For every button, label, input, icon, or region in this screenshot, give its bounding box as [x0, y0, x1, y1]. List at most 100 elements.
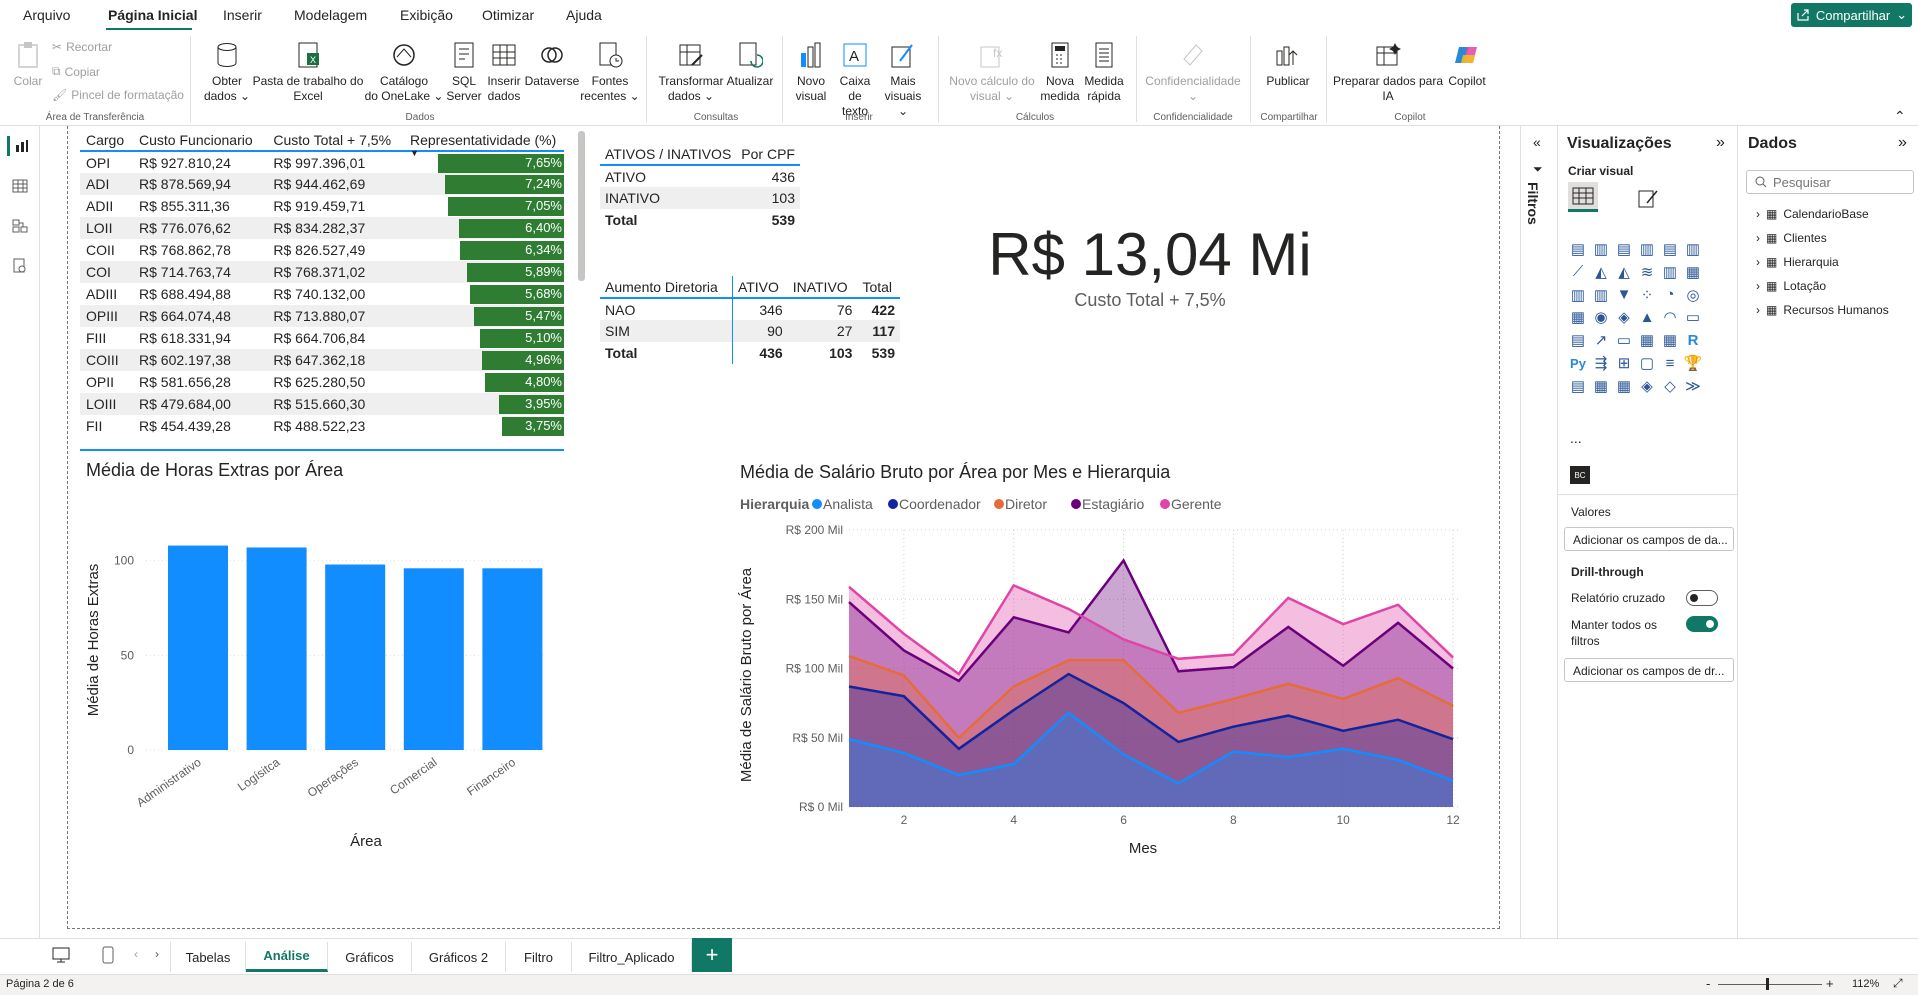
refresh-button[interactable]: Atualizar	[724, 40, 776, 89]
slicer-icon[interactable]: ▭	[1614, 331, 1634, 349]
table-row[interactable]: FII R$ 454.439,28 R$ 488.522,23 3,75%	[80, 415, 564, 437]
format-visual-tab-icon[interactable]	[1634, 184, 1662, 212]
col-header-aumento[interactable]: Aumento Diretoria	[600, 276, 733, 298]
table-row[interactable]: COIII R$ 602.197,38 R$ 647.362,18 4,96%	[80, 349, 564, 371]
keep-filters-toggle[interactable]	[1686, 616, 1718, 632]
table-row[interactable]: ADI R$ 878.569,94 R$ 944.462,69 7,24%	[80, 173, 564, 195]
collapse-data-icon[interactable]: »	[1898, 134, 1907, 152]
line-column-icon[interactable]: ▥	[1660, 263, 1680, 281]
cross-report-toggle[interactable]	[1686, 590, 1718, 606]
table-row[interactable]: OPIII R$ 664.074,48 R$ 713.880,07 5,47%	[80, 305, 564, 327]
mobile-layout-icon[interactable]	[102, 946, 114, 967]
100-column-icon[interactable]: ▥	[1683, 240, 1703, 258]
legend-item[interactable]: Analista	[823, 496, 873, 512]
arrow-visual-icon[interactable]: ≫	[1683, 377, 1703, 395]
bar[interactable]	[246, 547, 307, 750]
enter-data-button[interactable]: Inserir dados	[484, 40, 524, 104]
col-header-ativos[interactable]: ATIVOS / INATIVOS	[600, 143, 736, 165]
model-view-icon[interactable]	[10, 216, 30, 236]
publish-button[interactable]: Publicar	[1258, 40, 1318, 89]
gauge-icon[interactable]: ◠	[1660, 308, 1680, 326]
data-search-box[interactable]	[1746, 170, 1914, 194]
quick-measure-button[interactable]: Medida rápida	[1082, 40, 1126, 104]
textbox-button[interactable]: A Caixa de texto	[832, 40, 878, 119]
map-icon[interactable]: ◉	[1591, 308, 1611, 326]
data-search-input[interactable]	[1773, 174, 1903, 190]
sql-server-button[interactable]: SQL Server	[444, 40, 484, 104]
r-visual-icon[interactable]: R	[1683, 331, 1703, 349]
add-page-button[interactable]: +	[692, 938, 732, 972]
power-automate-icon[interactable]: ▦	[1614, 377, 1634, 395]
table-row[interactable]: COI R$ 714.763,74 R$ 768.371,02 5,89%	[80, 261, 564, 283]
data-table-item[interactable]: › ▦ Lotação	[1756, 279, 1826, 293]
prev-page-icon[interactable]: ‹	[134, 947, 138, 961]
page-tab-active[interactable]: Análise	[246, 942, 328, 972]
legend-item[interactable]: Gerente	[1171, 496, 1222, 512]
menu-arquivo[interactable]: Arquivo	[23, 7, 70, 23]
custom-visual-icon[interactable]: BC	[1570, 466, 1590, 484]
qa-icon[interactable]: ▢	[1637, 354, 1657, 372]
paste-button[interactable]: Colar	[12, 40, 44, 89]
stacked-area-icon[interactable]: ◭	[1614, 263, 1634, 281]
table-row[interactable]: LOII R$ 776.076,62 R$ 834.282,37 6,40%	[80, 217, 564, 239]
excel-workbook-button[interactable]: X Pasta de trabalho do Excel	[252, 40, 364, 104]
100-bar-icon[interactable]: ▤	[1660, 240, 1680, 258]
col-header-total[interactable]: Total	[857, 276, 900, 298]
sensitivity-button[interactable]: Confidencialidade ⌄	[1142, 40, 1244, 104]
legend-item[interactable]: Coordenador	[899, 496, 981, 512]
more-visuals-button[interactable]: Mais visuais ⌄	[878, 40, 928, 119]
onelake-catalog-button[interactable]: Catálogo do OneLake ⌄	[364, 40, 444, 104]
cargo-cost-table[interactable]: Cargo Custo Funcionario Custo Total + 7,…	[80, 129, 564, 455]
page-tab[interactable]: Gráficos 2	[412, 942, 506, 972]
page-tab[interactable]: Filtro_Aplicado	[572, 942, 692, 972]
azure-map-icon[interactable]: ▲	[1637, 308, 1657, 326]
expand-chevron-icon[interactable]: ›	[1756, 231, 1760, 245]
table-total-row[interactable]: Total 436 103 539	[600, 342, 900, 364]
total-cost-card[interactable]: R$ 13,04 Mi Custo Total + 7,5%	[960, 220, 1340, 311]
new-measure-button[interactable]: Nova medida	[1040, 40, 1080, 104]
table-row[interactable]: NAO 346 76 422	[600, 298, 900, 320]
table-row[interactable]: ATIVO 436	[600, 165, 800, 187]
narrative-icon[interactable]: ≡	[1660, 354, 1680, 372]
scatter-icon[interactable]: ⁘	[1637, 286, 1657, 304]
collapse-ribbon-icon[interactable]: ⌃	[1894, 108, 1906, 125]
active-inactive-table[interactable]: ATIVOS / INATIVOS Por CPF ATIVO 436 INATI…	[600, 143, 800, 231]
page-tab[interactable]: Gráficos	[328, 942, 412, 972]
matrix-icon[interactable]: ▦	[1660, 331, 1680, 349]
expand-chevron-icon[interactable]: ›	[1756, 279, 1760, 293]
clustered-bar-icon[interactable]: ▤	[1614, 240, 1634, 258]
clustered-column-icon[interactable]: ▥	[1637, 240, 1657, 258]
filled-map-icon[interactable]: ◈	[1614, 308, 1634, 326]
bar[interactable]	[403, 568, 464, 750]
copilot-button[interactable]: Copilot	[1444, 40, 1490, 89]
data-table-item[interactable]: › ▦ CalendarioBase	[1756, 207, 1869, 221]
menu-modelagem[interactable]: Modelagem	[294, 7, 367, 23]
col-header-cargo[interactable]: Cargo	[80, 129, 134, 152]
kpi-icon[interactable]: ↗	[1591, 331, 1611, 349]
get-data-button[interactable]: Obter dados ⌄	[200, 40, 254, 104]
recent-sources-button[interactable]: Fontes recentes ⌄	[580, 40, 640, 104]
power-apps-icon[interactable]: ▦	[1591, 377, 1611, 395]
table-row[interactable]: OPI R$ 927.810,24 R$ 997.396,01 7,65%	[80, 151, 564, 173]
funnel-icon[interactable]: ▼	[1614, 286, 1634, 304]
python-visual-icon[interactable]: Py	[1568, 354, 1588, 372]
bar[interactable]	[325, 564, 386, 751]
goals-icon[interactable]: 🏆	[1683, 354, 1703, 372]
stacked-bar-icon[interactable]: ▤	[1568, 240, 1588, 258]
decomposition-tree-icon[interactable]: ⊞	[1614, 354, 1634, 372]
table-scrollbar[interactable]	[578, 131, 585, 281]
more-visuals-ellipsis[interactable]: ...	[1570, 430, 1582, 446]
multi-row-card-icon[interactable]: ▤	[1568, 331, 1588, 349]
collapse-viz-icon[interactable]: »	[1716, 134, 1725, 152]
bar[interactable]	[482, 568, 543, 750]
report-view-icon[interactable]	[7, 136, 33, 156]
table-icon[interactable]: ▦	[1637, 331, 1657, 349]
prep-data-ai-button[interactable]: Preparar dados para IA	[1330, 40, 1446, 104]
line-chart-icon[interactable]: ⟋	[1568, 263, 1588, 281]
treemap-icon[interactable]: ▦	[1568, 308, 1588, 326]
expand-chevron-icon[interactable]: ›	[1756, 207, 1760, 221]
build-visual-tab-icon[interactable]	[1568, 182, 1598, 212]
expand-chevron-icon[interactable]: ›	[1756, 303, 1760, 317]
table-row[interactable]: FIII R$ 618.331,94 R$ 664.706,84 5,10%	[80, 327, 564, 349]
legend-item[interactable]: Estagiário	[1082, 496, 1144, 512]
